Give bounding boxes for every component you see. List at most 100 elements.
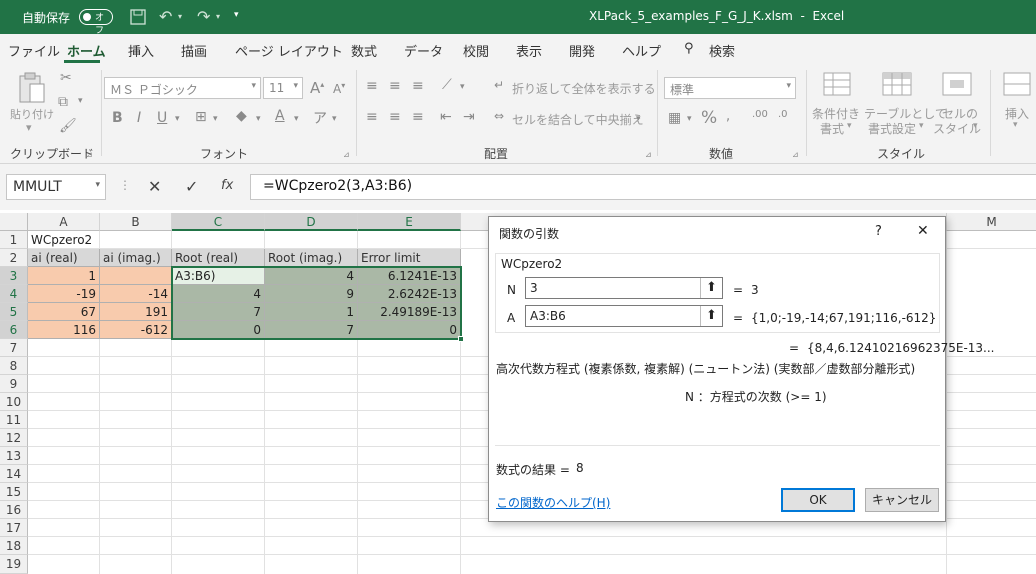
close-button[interactable]: ✕ xyxy=(917,223,929,239)
fill-handle[interactable] xyxy=(458,336,464,342)
copy-icon[interactable]: ⧉ xyxy=(58,94,68,110)
row-header[interactable]: 2 xyxy=(0,249,28,267)
row-header[interactable]: 5 xyxy=(0,303,28,321)
merge-center-button[interactable]: セルを結合して中央揃え xyxy=(512,111,644,128)
align-middle-icon[interactable]: ≡ xyxy=(389,78,401,94)
row-header[interactable]: 6 xyxy=(0,321,28,339)
cell[interactable]: 1 xyxy=(265,303,358,321)
row-header[interactable]: 13 xyxy=(0,447,28,465)
cell-header[interactable]: ai (imag.) xyxy=(100,249,172,267)
cell[interactable]: 7 xyxy=(172,303,265,321)
font-size-combo[interactable]: 11 ▾ xyxy=(263,77,303,99)
conditional-formatting-icon[interactable] xyxy=(823,72,851,96)
row-header[interactable]: 3 xyxy=(0,267,28,285)
number-format-combo[interactable]: 標準 ▾ xyxy=(664,77,796,99)
undo-icon[interactable]: ↶ xyxy=(159,7,172,26)
arg-a-input[interactable]: A3:B6 ⬆ xyxy=(525,305,723,327)
cell[interactable]: 116 xyxy=(28,321,100,339)
cancel-icon[interactable]: ✕ xyxy=(148,177,161,196)
font-launcher-icon[interactable]: ⊿ xyxy=(343,150,350,159)
orientation-dropdown-icon[interactable]: ▾ xyxy=(460,82,465,92)
font-name-combo[interactable]: ＭＳ Ｐゴシック ▾ xyxy=(104,77,261,99)
arg-n-input[interactable]: 3 ⬆ xyxy=(525,277,723,299)
cell[interactable]: -612 xyxy=(100,321,172,339)
active-cell[interactable]: A3:B6) xyxy=(172,267,265,285)
borders-dropdown-icon[interactable]: ▾ xyxy=(213,114,218,124)
redo-dropdown-icon[interactable]: ▾ xyxy=(216,12,220,21)
alignment-launcher-icon[interactable]: ⊿ xyxy=(645,150,652,159)
row-header[interactable]: 7 xyxy=(0,339,28,357)
tab-file[interactable]: ファイル xyxy=(8,41,60,60)
conditional-formatting-dropdown-icon[interactable]: ▾ xyxy=(847,121,852,131)
customize-qat-icon[interactable]: ▾ xyxy=(234,10,239,20)
row-header[interactable]: 12 xyxy=(0,429,28,447)
cell-styles-dropdown-icon[interactable]: ▾ xyxy=(973,121,978,131)
cell[interactable]: 191 xyxy=(100,303,172,321)
comma-style-icon[interactable]: , xyxy=(726,109,730,124)
tab-help[interactable]: ヘルプ xyxy=(622,41,661,60)
row-header[interactable]: 19 xyxy=(0,555,28,574)
cell[interactable]: 4 xyxy=(172,285,265,303)
format-as-table-icon[interactable] xyxy=(882,72,912,96)
copy-dropdown-icon[interactable]: ▾ xyxy=(78,96,83,106)
tab-developer[interactable]: 開発 xyxy=(569,41,595,60)
row-header[interactable]: 8 xyxy=(0,357,28,375)
autosave-toggle[interactable]: オフ xyxy=(79,9,113,36)
insert-cells-icon[interactable] xyxy=(1003,72,1031,96)
row-header[interactable]: 9 xyxy=(0,375,28,393)
help-button[interactable]: ? xyxy=(875,224,882,239)
formula-input[interactable]: =WCpzero2(3,A3:B6) xyxy=(250,174,1036,200)
cell[interactable]: 7 xyxy=(265,321,358,339)
cell[interactable] xyxy=(100,267,172,285)
enter-icon[interactable]: ✓ xyxy=(185,177,198,196)
column-header-b[interactable]: B xyxy=(100,213,172,231)
phonetic-icon[interactable]: ア xyxy=(313,108,327,128)
fill-color-dropdown-icon[interactable]: ▾ xyxy=(256,114,261,124)
format-as-table-label-2[interactable]: 書式設定 xyxy=(868,120,916,137)
align-bottom-icon[interactable]: ≡ xyxy=(412,78,424,94)
column-header-m[interactable]: M xyxy=(946,213,1036,231)
collapse-dialog-icon[interactable]: ⬆ xyxy=(700,306,722,326)
cell[interactable]: 67 xyxy=(28,303,100,321)
align-center-icon[interactable]: ≡ xyxy=(389,109,401,125)
merge-dropdown-icon[interactable]: ▾ xyxy=(636,114,641,124)
cell[interactable]: -14 xyxy=(100,285,172,303)
cell[interactable]: 0 xyxy=(358,321,461,339)
cell-header[interactable]: Root (real) xyxy=(172,249,265,267)
fill-color-icon[interactable]: ◆ xyxy=(236,108,247,124)
cell-header[interactable]: Root (imag.) xyxy=(265,249,358,267)
function-help-link[interactable]: この関数のヘルプ(H) xyxy=(496,494,610,511)
align-left-icon[interactable]: ≡ xyxy=(366,109,378,125)
tab-search[interactable]: 検索 xyxy=(709,41,735,60)
row-header[interactable]: 4 xyxy=(0,285,28,303)
tab-data[interactable]: データ xyxy=(404,41,443,60)
wrap-text-button[interactable]: 折り返して全体を表示する xyxy=(512,80,656,97)
merge-center-icon[interactable]: ⇔ xyxy=(494,109,504,123)
tab-view[interactable]: 表示 xyxy=(516,41,542,60)
cell[interactable]: 6.1241E-13 xyxy=(358,267,461,285)
format-as-table-dropdown-icon[interactable]: ▾ xyxy=(919,121,924,131)
accounting-dropdown-icon[interactable]: ▾ xyxy=(687,114,692,124)
column-header-e[interactable]: E xyxy=(358,213,461,231)
paste-icon[interactable] xyxy=(18,72,46,104)
italic-button[interactable]: I xyxy=(137,110,141,126)
column-header-d[interactable]: D xyxy=(265,213,358,231)
cell-a1[interactable]: WCpzero2 xyxy=(28,231,128,249)
paste-dropdown-icon[interactable]: ▾ xyxy=(26,121,32,134)
row-header[interactable]: 15 xyxy=(0,483,28,501)
insert-cells-dropdown-icon[interactable]: ▾ xyxy=(1013,120,1018,130)
save-icon[interactable] xyxy=(130,9,146,25)
row-header[interactable]: 18 xyxy=(0,537,28,555)
tab-insert[interactable]: 挿入 xyxy=(128,41,154,60)
borders-icon[interactable]: ⊞ xyxy=(195,109,207,125)
cell[interactable]: 1 xyxy=(28,267,100,285)
tab-page-layout[interactable]: ページ レイアウト xyxy=(235,41,343,60)
percent-icon[interactable]: % xyxy=(701,108,717,128)
drag-handle-icon[interactable]: ⋮ xyxy=(119,178,131,192)
insert-function-button[interactable]: fx xyxy=(221,178,233,193)
tab-review[interactable]: 校閲 xyxy=(463,41,489,60)
tab-draw[interactable]: 描画 xyxy=(181,41,207,60)
cell-header[interactable]: ai (real) xyxy=(28,249,100,267)
underline-dropdown-icon[interactable]: ▾ xyxy=(175,114,180,124)
accounting-format-icon[interactable]: ▦ xyxy=(668,110,681,126)
